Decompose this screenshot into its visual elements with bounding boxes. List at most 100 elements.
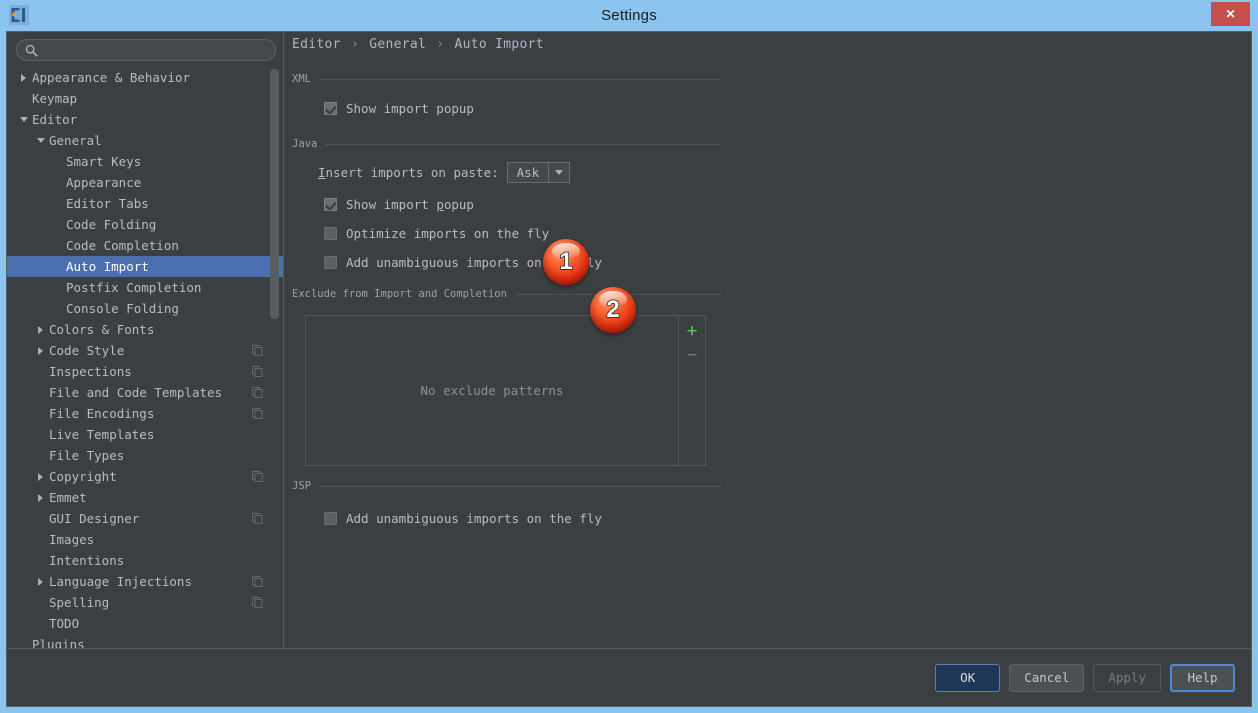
sidebar-item-label: File Encodings (49, 406, 154, 421)
section-exclude: Exclude from Import and Completion No ex… (292, 287, 722, 466)
copy-icon[interactable] (252, 408, 263, 419)
sidebar-item-gui-designer[interactable]: GUI Designer (7, 508, 283, 529)
sidebar-item-label: Postfix Completion (66, 280, 201, 295)
exclude-patterns-list[interactable]: No exclude patterns (306, 316, 679, 465)
search-box[interactable] (16, 39, 276, 61)
chevron-down-icon[interactable] (34, 134, 47, 147)
breadcrumb-part-3: Auto Import (455, 37, 544, 52)
section-jsp-header: JSP (292, 479, 722, 493)
copy-icon[interactable] (252, 513, 263, 524)
sidebar-item-code-folding[interactable]: Code Folding (7, 214, 283, 235)
intellij-idea-logo-icon (8, 4, 30, 26)
sidebar-item-copyright[interactable]: Copyright (7, 466, 283, 487)
checkbox-indicator[interactable] (324, 512, 337, 525)
copy-icon[interactable] (252, 366, 263, 377)
sidebar-item-colors-fonts[interactable]: Colors & Fonts (7, 319, 283, 340)
section-java: Java Insert imports on paste: Ask Show i… (292, 137, 722, 273)
breadcrumb-separator-1: › (349, 37, 361, 52)
sidebar-item-console-folding[interactable]: Console Folding (7, 298, 283, 319)
cancel-button[interactable]: Cancel (1009, 664, 1084, 692)
ok-button[interactable]: OK (935, 664, 1000, 692)
section-jsp: JSP Add unambiguous imports on the fly (292, 479, 722, 529)
sidebar-item-file-and-code-templates[interactable]: File and Code Templates (7, 382, 283, 403)
sidebar-item-code-completion[interactable]: Code Completion (7, 235, 283, 256)
copy-icon[interactable] (252, 597, 263, 608)
divider (319, 486, 722, 487)
sidebar-item-label: Emmet (49, 490, 87, 505)
sidebar-item-language-injections[interactable]: Language Injections (7, 571, 283, 592)
optimize-imports-label: Optimize imports on the fly (346, 226, 549, 241)
add-unambiguous-imports-checkbox[interactable]: Add unambiguous imports on the fly (324, 251, 722, 273)
copy-icon[interactable] (252, 471, 263, 482)
chevron-right-icon[interactable] (34, 344, 47, 357)
sidebar-item-spelling[interactable]: Spelling (7, 592, 283, 613)
sidebar-item-label: Editor (32, 112, 77, 127)
insert-imports-on-paste-dropdown[interactable]: Ask (507, 162, 571, 183)
sidebar-item-emmet[interactable]: Emmet (7, 487, 283, 508)
dialog-button-bar: OK Cancel Apply Help (7, 649, 1251, 706)
optimize-imports-checkbox[interactable]: Optimize imports on the fly (324, 222, 722, 244)
remove-pattern-button: − (684, 347, 700, 363)
sidebar-item-code-style[interactable]: Code Style (7, 340, 283, 361)
chevron-right-icon[interactable] (34, 323, 47, 336)
mnemonic-letter: I (318, 165, 326, 180)
sidebar-item-plugins[interactable]: Plugins (7, 634, 283, 648)
insert-imports-on-paste-label: Insert imports on paste: (318, 165, 499, 180)
add-pattern-button[interactable]: + (684, 323, 700, 339)
sidebar-item-editor-tabs[interactable]: Editor Tabs (7, 193, 283, 214)
chevron-down-icon[interactable] (17, 113, 30, 126)
sidebar-item-keymap[interactable]: Keymap (7, 88, 283, 109)
section-xml: XML Show import popup (292, 72, 722, 119)
copy-icon[interactable] (252, 345, 263, 356)
dropdown-value: Ask (508, 163, 549, 182)
exclude-toolbar: + − (679, 316, 705, 465)
java-show-import-popup-checkbox[interactable]: Show import popup (324, 193, 722, 215)
chevron-right-icon[interactable] (34, 575, 47, 588)
breadcrumb-part-1[interactable]: Editor (292, 37, 341, 52)
sidebar-item-appearance[interactable]: Appearance (7, 172, 283, 193)
chevron-right-icon[interactable] (34, 470, 47, 483)
sidebar-item-postfix-completion[interactable]: Postfix Completion (7, 277, 283, 298)
sidebar-item-general[interactable]: General (7, 130, 283, 151)
chevron-right-icon[interactable] (34, 491, 47, 504)
sidebar-item-label: GUI Designer (49, 511, 139, 526)
section-java-header: Java (292, 137, 722, 151)
checkbox-indicator[interactable] (324, 198, 337, 211)
jsp-add-unambiguous-imports-checkbox[interactable]: Add unambiguous imports on the fly (324, 507, 722, 529)
sidebar-item-editor[interactable]: Editor (7, 109, 283, 130)
close-button[interactable]: ✕ (1211, 2, 1250, 26)
sidebar-item-intentions[interactable]: Intentions (7, 550, 283, 571)
tree-scrollbar[interactable] (270, 69, 279, 319)
sidebar-item-label: Keymap (32, 91, 77, 106)
copy-icon[interactable] (252, 576, 263, 587)
xml-show-import-popup-label: Show import popup (346, 101, 474, 116)
chevron-down-icon[interactable] (548, 163, 569, 182)
search-input[interactable] (38, 43, 275, 57)
settings-detail-panel: Editor › General › Auto Import XML Show … (284, 32, 1251, 648)
section-exclude-title: Exclude from Import and Completion (292, 288, 507, 300)
sidebar-item-file-encodings[interactable]: File Encodings (7, 403, 283, 424)
sidebar-item-inspections[interactable]: Inspections (7, 361, 283, 382)
checkbox-indicator[interactable] (324, 256, 337, 269)
sidebar-item-live-templates[interactable]: Live Templates (7, 424, 283, 445)
breadcrumb: Editor › General › Auto Import (292, 37, 544, 52)
callout-badge-2: 2 (590, 287, 636, 333)
checkbox-indicator[interactable] (324, 102, 337, 115)
sidebar-item-label: General (49, 133, 102, 148)
sidebar-item-images[interactable]: Images (7, 529, 283, 550)
sidebar-item-auto-import[interactable]: Auto Import (7, 256, 283, 277)
settings-tree[interactable]: Appearance & Behavior Keymap Editor General… (7, 67, 283, 648)
sidebar-item-appearance-behavior[interactable]: Appearance & Behavior (7, 67, 283, 88)
copy-icon[interactable] (252, 387, 263, 398)
sidebar-item-label: Images (49, 532, 94, 547)
xml-show-import-popup-checkbox[interactable]: Show import popup (324, 97, 722, 119)
checkbox-indicator[interactable] (324, 227, 337, 240)
sidebar-item-label: Auto Import (66, 259, 149, 274)
sidebar-item-file-types[interactable]: File Types (7, 445, 283, 466)
chevron-right-icon[interactable] (17, 71, 30, 84)
help-button[interactable]: Help (1170, 664, 1235, 692)
breadcrumb-part-2[interactable]: General (369, 37, 426, 52)
sidebar-item-label: Colors & Fonts (49, 322, 154, 337)
sidebar-item-todo[interactable]: TODO (7, 613, 283, 634)
sidebar-item-smart-keys[interactable]: Smart Keys (7, 151, 283, 172)
